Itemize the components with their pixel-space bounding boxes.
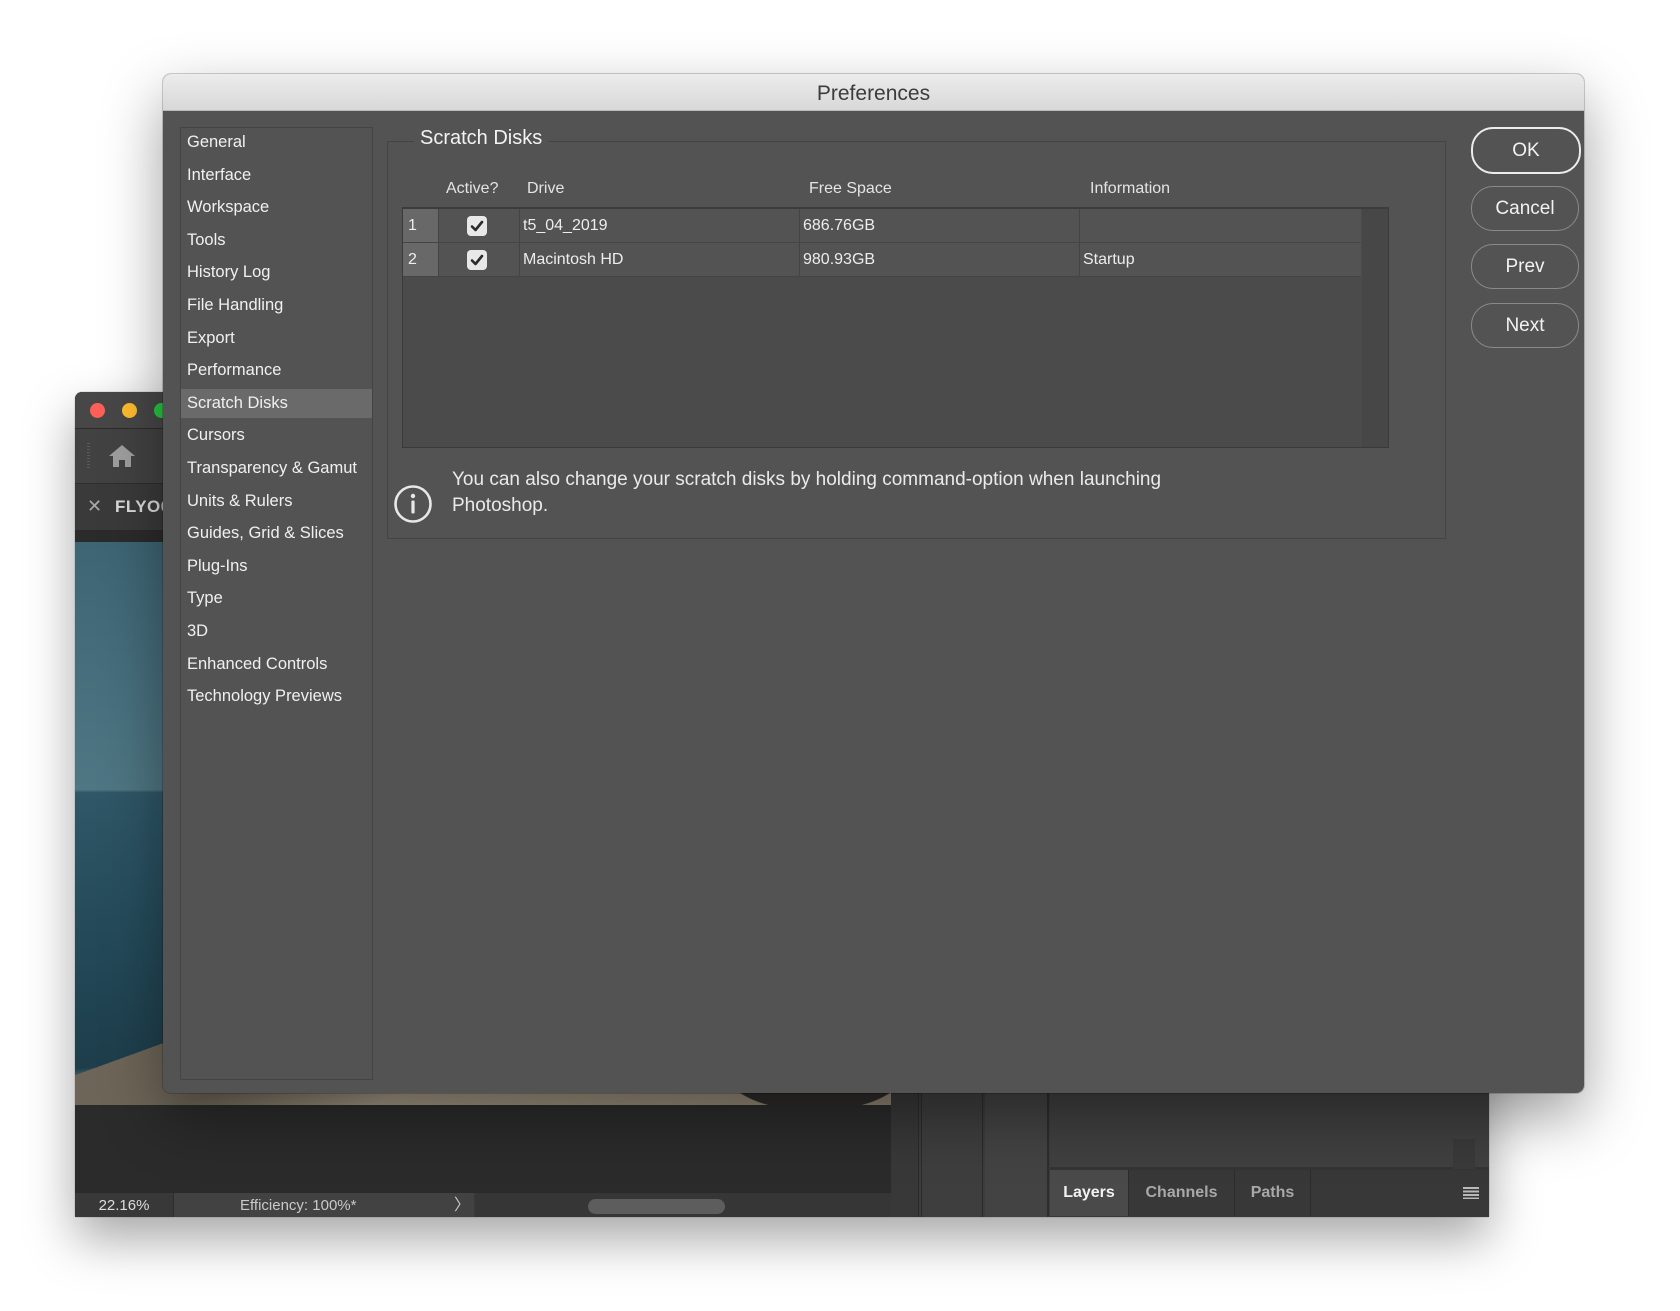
layers-panel-tabs: Layers Channels Paths — [1050, 1170, 1489, 1217]
horizontal-scrollbar[interactable] — [475, 1193, 891, 1217]
column-header-active: Active? — [446, 180, 499, 197]
active-checkbox[interactable] — [467, 216, 487, 236]
sidebar-item-cursors[interactable]: Cursors — [181, 421, 372, 450]
free-space: 980.93GB — [800, 243, 1080, 276]
zoom-level[interactable]: 22.16% — [75, 1193, 174, 1217]
column-header-free-space: Free Space — [809, 180, 892, 197]
sidebar-item-workspace[interactable]: Workspace — [181, 193, 372, 222]
minimize-window-button[interactable] — [122, 403, 137, 418]
close-window-button[interactable] — [90, 403, 105, 418]
active-cell — [439, 209, 520, 242]
drive-information — [1080, 209, 1361, 242]
sidebar-item-tools[interactable]: Tools — [181, 226, 372, 255]
cancel-button[interactable]: Cancel — [1471, 186, 1579, 231]
table-scrollbar[interactable] — [1362, 209, 1388, 447]
prev-button[interactable]: Prev — [1471, 244, 1579, 289]
row-index: 1 — [403, 209, 439, 242]
next-button[interactable]: Next — [1471, 303, 1579, 348]
status-bar: 22.16% Efficiency: 100%* 〉 — [75, 1192, 891, 1217]
drive-name: Macintosh HD — [520, 243, 800, 276]
active-checkbox[interactable] — [467, 250, 487, 270]
dialog-titlebar[interactable]: Preferences — [163, 74, 1584, 111]
free-space: 686.76GB — [800, 209, 1080, 242]
table-row[interactable]: 1 t5_04_2019 686.76GB — [403, 209, 1361, 243]
tab-paths[interactable]: Paths — [1235, 1170, 1311, 1216]
dialog-title: Preferences — [816, 82, 931, 105]
sidebar-item-guides-grid-slices[interactable]: Guides, Grid & Slices — [181, 519, 372, 548]
panel-scrollbar[interactable] — [1453, 1139, 1475, 1169]
toolbar-grip[interactable] — [87, 443, 90, 469]
chevron-right-icon[interactable]: 〉 — [454, 1193, 470, 1217]
preferences-sidebar: General Interface Workspace Tools Histor… — [180, 127, 373, 1080]
sidebar-item-enhanced-controls[interactable]: Enhanced Controls — [181, 650, 372, 679]
efficiency-label: Efficiency: 100%* — [240, 1197, 357, 1214]
sidebar-item-general[interactable]: General — [181, 128, 372, 157]
sidebar-item-transparency-gamut[interactable]: Transparency & Gamut — [181, 454, 372, 483]
preferences-dialog: Preferences General Interface Workspace … — [163, 74, 1584, 1093]
sidebar-item-file-handling[interactable]: File Handling — [181, 291, 372, 320]
group-title: Scratch Disks — [414, 127, 549, 150]
drive-name: t5_04_2019 — [520, 209, 800, 242]
panel-menu-icon[interactable] — [1463, 1187, 1479, 1199]
sidebar-item-type[interactable]: Type — [181, 584, 372, 613]
sidebar-item-interface[interactable]: Interface — [181, 161, 372, 190]
table-row[interactable]: 2 Macintosh HD 980.93GB Startup — [403, 243, 1361, 277]
scratch-disks-table: 1 t5_04_2019 686.76GB 2 Macintosh HD 980… — [402, 207, 1389, 448]
sidebar-item-units-rulers[interactable]: Units & Rulers — [181, 487, 372, 516]
tab-channels[interactable]: Channels — [1129, 1170, 1235, 1216]
info-icon — [393, 484, 433, 524]
column-header-drive: Drive — [527, 180, 565, 197]
sidebar-item-performance[interactable]: Performance — [181, 356, 372, 385]
info-message: You can also change your scratch disks b… — [452, 469, 1162, 516]
sidebar-item-export[interactable]: Export — [181, 324, 372, 353]
close-tab-icon[interactable]: ✕ — [87, 496, 102, 517]
row-index: 2 — [403, 243, 439, 276]
sidebar-item-plug-ins[interactable]: Plug-Ins — [181, 552, 372, 581]
sidebar-item-technology-previews[interactable]: Technology Previews — [181, 682, 372, 711]
ok-button[interactable]: OK — [1471, 127, 1581, 174]
scrollbar-thumb[interactable] — [588, 1199, 725, 1214]
drive-information: Startup — [1083, 251, 1135, 268]
tab-layers[interactable]: Layers — [1050, 1170, 1129, 1216]
efficiency-indicator[interactable]: Efficiency: 100%* 〉 — [174, 1193, 474, 1217]
home-icon[interactable] — [108, 443, 136, 469]
sidebar-item-history-log[interactable]: History Log — [181, 258, 372, 287]
sidebar-item-scratch-disks[interactable]: Scratch Disks — [181, 388, 372, 418]
sidebar-item-3d[interactable]: 3D — [181, 617, 372, 646]
column-header-information: Information — [1090, 180, 1171, 197]
active-cell — [439, 243, 520, 276]
